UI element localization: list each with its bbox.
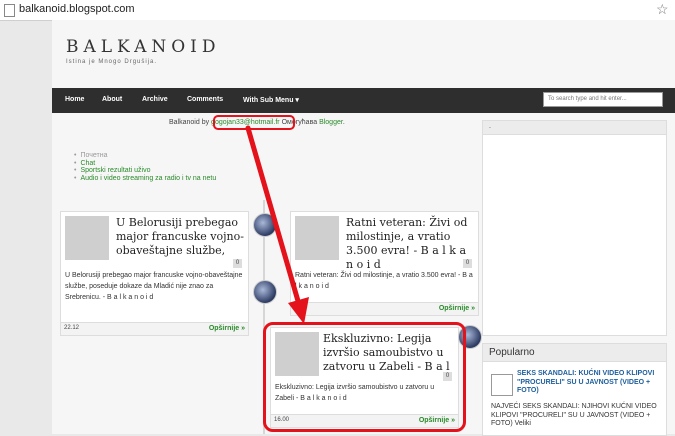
annotation-arrow <box>245 125 309 324</box>
arrow-shaft <box>245 125 301 304</box>
arrow-head <box>288 297 309 324</box>
